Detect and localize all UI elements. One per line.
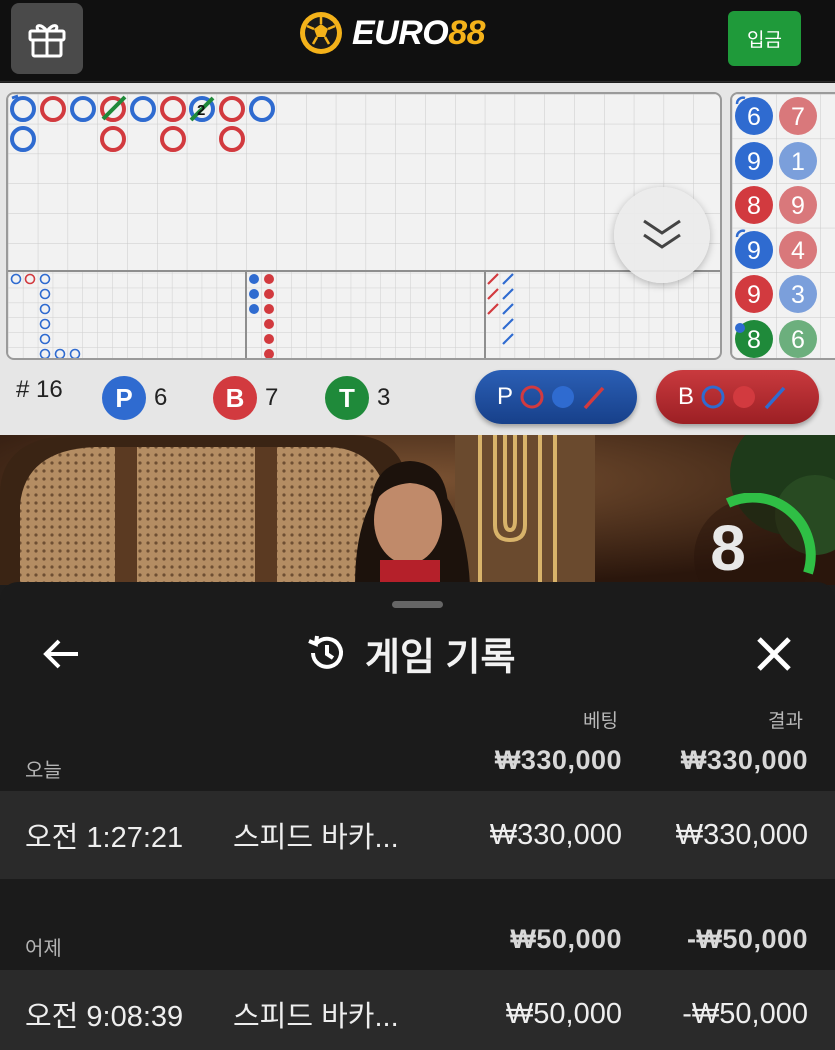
bead-value: 1 [791, 148, 805, 176]
small-road-mark [264, 319, 274, 329]
history-row-game: 스피드 바카... [233, 822, 399, 854]
bead-value: 9 [747, 281, 761, 309]
top-bar: EURO88 입금 [0, 0, 835, 82]
history-row-result: ₩330,000 [675, 818, 808, 851]
day-total-bet: ₩50,000 [510, 924, 622, 954]
banker-predict-label: B [678, 383, 695, 410]
history-row-result: -₩50,000 [682, 997, 808, 1030]
round-count-label: # 16 [16, 376, 63, 403]
roadmap-panel: 2 6 9 8 9 9 8 7 1 9 4 3 6 # 16 P 6 B 7 T… [0, 83, 835, 435]
bead-value: 4 [791, 237, 805, 265]
bead-value: 6 [791, 326, 805, 354]
banker-count: B 7 [213, 376, 278, 420]
bead-value: 9 [747, 237, 761, 265]
bead-value: 6 [747, 103, 761, 131]
soccer-ball-icon [300, 12, 342, 54]
small-road-mark [264, 289, 274, 299]
small-road-mark [249, 304, 259, 314]
banker-predict-button[interactable]: B [656, 370, 819, 424]
bead-road-svg: 6 9 8 9 9 8 7 1 9 4 3 6 [732, 94, 835, 358]
arrow-left-icon [43, 639, 78, 669]
gift-button[interactable] [11, 3, 83, 74]
big-road-tie-tick [11, 94, 19, 100]
day-total-result: -₩50,000 [686, 924, 808, 954]
history-row[interactable]: 오전 9:08:39 스피드 바카... ₩50,000 -₩50,000 [0, 970, 835, 1050]
small-road-mark [264, 349, 274, 358]
bead-value: 9 [747, 148, 761, 176]
small-road-mark [249, 289, 259, 299]
history-row-bet: ₩50,000 [505, 997, 622, 1030]
bead-value: 8 [747, 192, 761, 220]
live-dealer-video: 8 [0, 435, 835, 585]
small-road-mark [264, 274, 274, 284]
player-predict-button[interactable]: P [475, 370, 637, 424]
small-road-mark [264, 304, 274, 314]
bead-pair-marker [735, 323, 745, 333]
bead-value: 9 [791, 192, 805, 220]
bead-value: 3 [791, 281, 805, 309]
banker-badge: B [213, 376, 257, 420]
banker-count-value: 7 [265, 384, 279, 411]
player-count: P 6 [102, 376, 167, 420]
bead-value: 7 [791, 103, 805, 131]
player-badge: P [102, 376, 146, 420]
deposit-button[interactable]: 입금 [728, 11, 801, 66]
column-header-bet: 베팅 [583, 711, 618, 732]
round-count: # 16 [16, 376, 63, 404]
day-label-today: 오늘 [25, 760, 62, 782]
tie-count: T 3 [325, 376, 390, 420]
history-row[interactable]: 오전 1:27:21 스피드 바카... ₩330,000 ₩330,000 [0, 791, 835, 879]
game-history-sheet: 게임 기록 베팅 결과 오늘 ₩330,000 ₩330,000 오전 1:27… [0, 582, 835, 1050]
bead-value: 8 [747, 326, 761, 354]
logo-text-white: EURO [352, 13, 449, 52]
countdown-value: 8 [710, 512, 746, 584]
player-predict-label: P [497, 383, 514, 410]
logo-text-yellow: 88 [448, 13, 486, 52]
history-icon [308, 635, 343, 669]
day-total-bet: ₩330,000 [494, 745, 622, 775]
roadmap-stats: # 16 P 6 B 7 T 3 P B [0, 370, 835, 428]
history-row-time: 오전 1:27:21 [25, 822, 184, 854]
player-count-value: 6 [154, 384, 168, 411]
double-chevron-down-icon [643, 219, 681, 249]
day-label-yesterday: 어제 [25, 938, 62, 960]
bead-road-grid[interactable]: 6 9 8 9 9 8 7 1 9 4 3 6 [730, 92, 835, 360]
predict-markers-icon [520, 385, 605, 410]
predict-markers-icon [701, 385, 786, 410]
tie-badge: T [325, 376, 369, 420]
history-row-time: 오전 9:08:39 [25, 1001, 184, 1033]
brand-logo[interactable]: EURO88 [298, 8, 486, 58]
close-icon [757, 637, 791, 671]
day-total-result: ₩330,000 [680, 745, 808, 775]
tie-count-value: 3 [377, 384, 391, 411]
column-header-result: 결과 [768, 711, 803, 732]
small-road-mark [249, 274, 259, 284]
history-row-bet: ₩330,000 [489, 818, 622, 851]
sheet-title-text: 게임 기록 [365, 636, 516, 679]
countdown-timer: 8 [688, 492, 816, 585]
gift-icon [28, 23, 66, 57]
small-road-mark [264, 334, 274, 344]
back-button[interactable] [40, 632, 84, 676]
logo-text: EURO88 [352, 13, 486, 53]
close-button[interactable] [752, 632, 796, 676]
sheet-title: 게임 기록 [305, 628, 516, 679]
collapse-roadmap-button[interactable] [614, 187, 710, 283]
history-row-game: 스피드 바카... [233, 1001, 399, 1033]
sheet-drag-handle[interactable] [392, 601, 443, 608]
big-road-tie-count: 2 [197, 102, 205, 119]
